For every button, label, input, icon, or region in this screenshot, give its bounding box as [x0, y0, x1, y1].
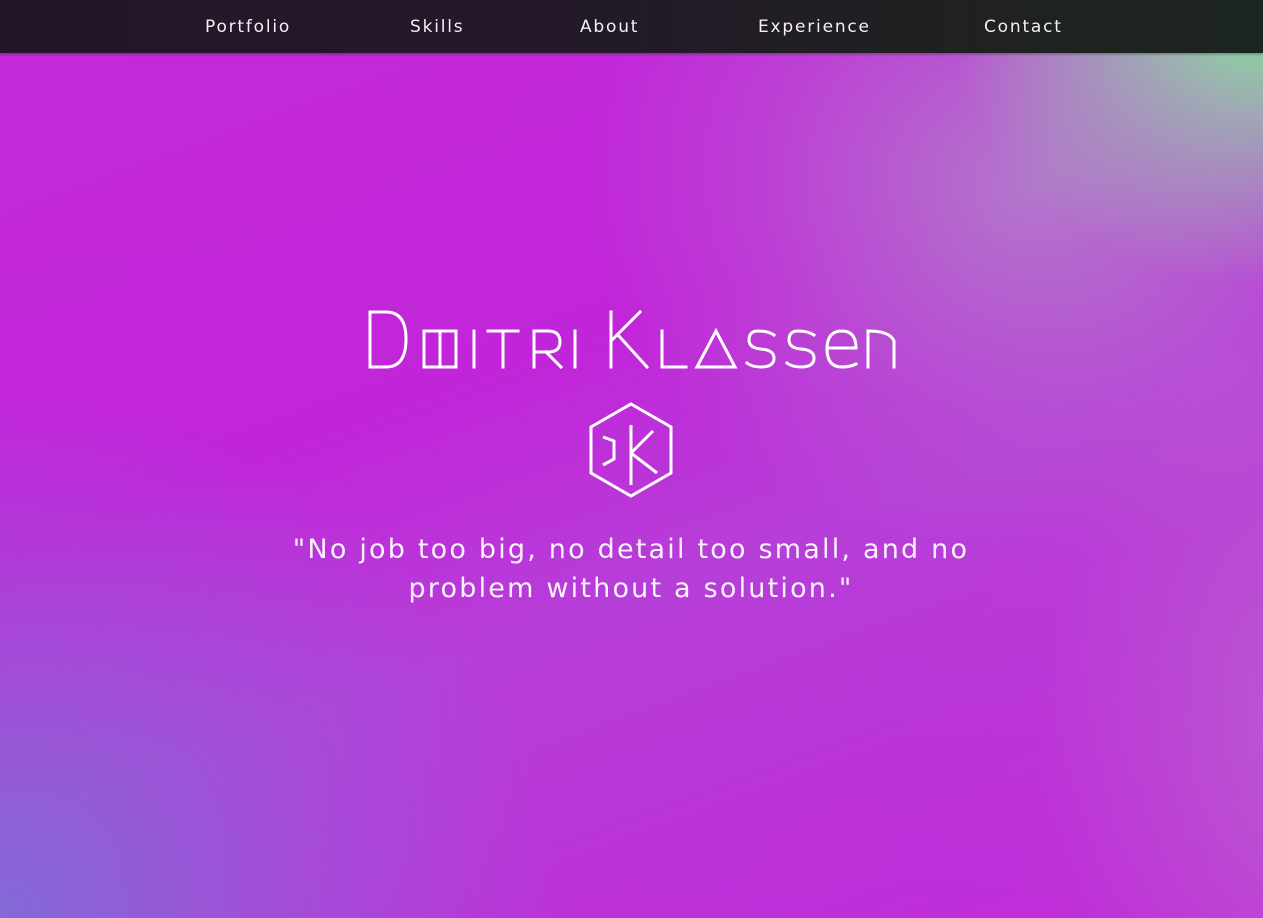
- nav-item-about[interactable]: About: [580, 0, 639, 53]
- dk-hexagon-monogram-icon: [589, 402, 673, 498]
- nav-item-experience[interactable]: Experience: [758, 0, 871, 53]
- nav-item-contact[interactable]: Contact: [984, 0, 1063, 53]
- hero-name-wordmark: [368, 309, 896, 370]
- top-navigation: Portfolio Skills About Experience Contac…: [0, 0, 1263, 53]
- nav-item-portfolio[interactable]: Portfolio: [205, 0, 291, 53]
- hero-section: "No job too big, no detail too small, an…: [0, 53, 1263, 918]
- hero-tagline-quote: "No job too big, no detail too small, an…: [292, 534, 970, 604]
- nav-item-skills[interactable]: Skills: [410, 0, 464, 53]
